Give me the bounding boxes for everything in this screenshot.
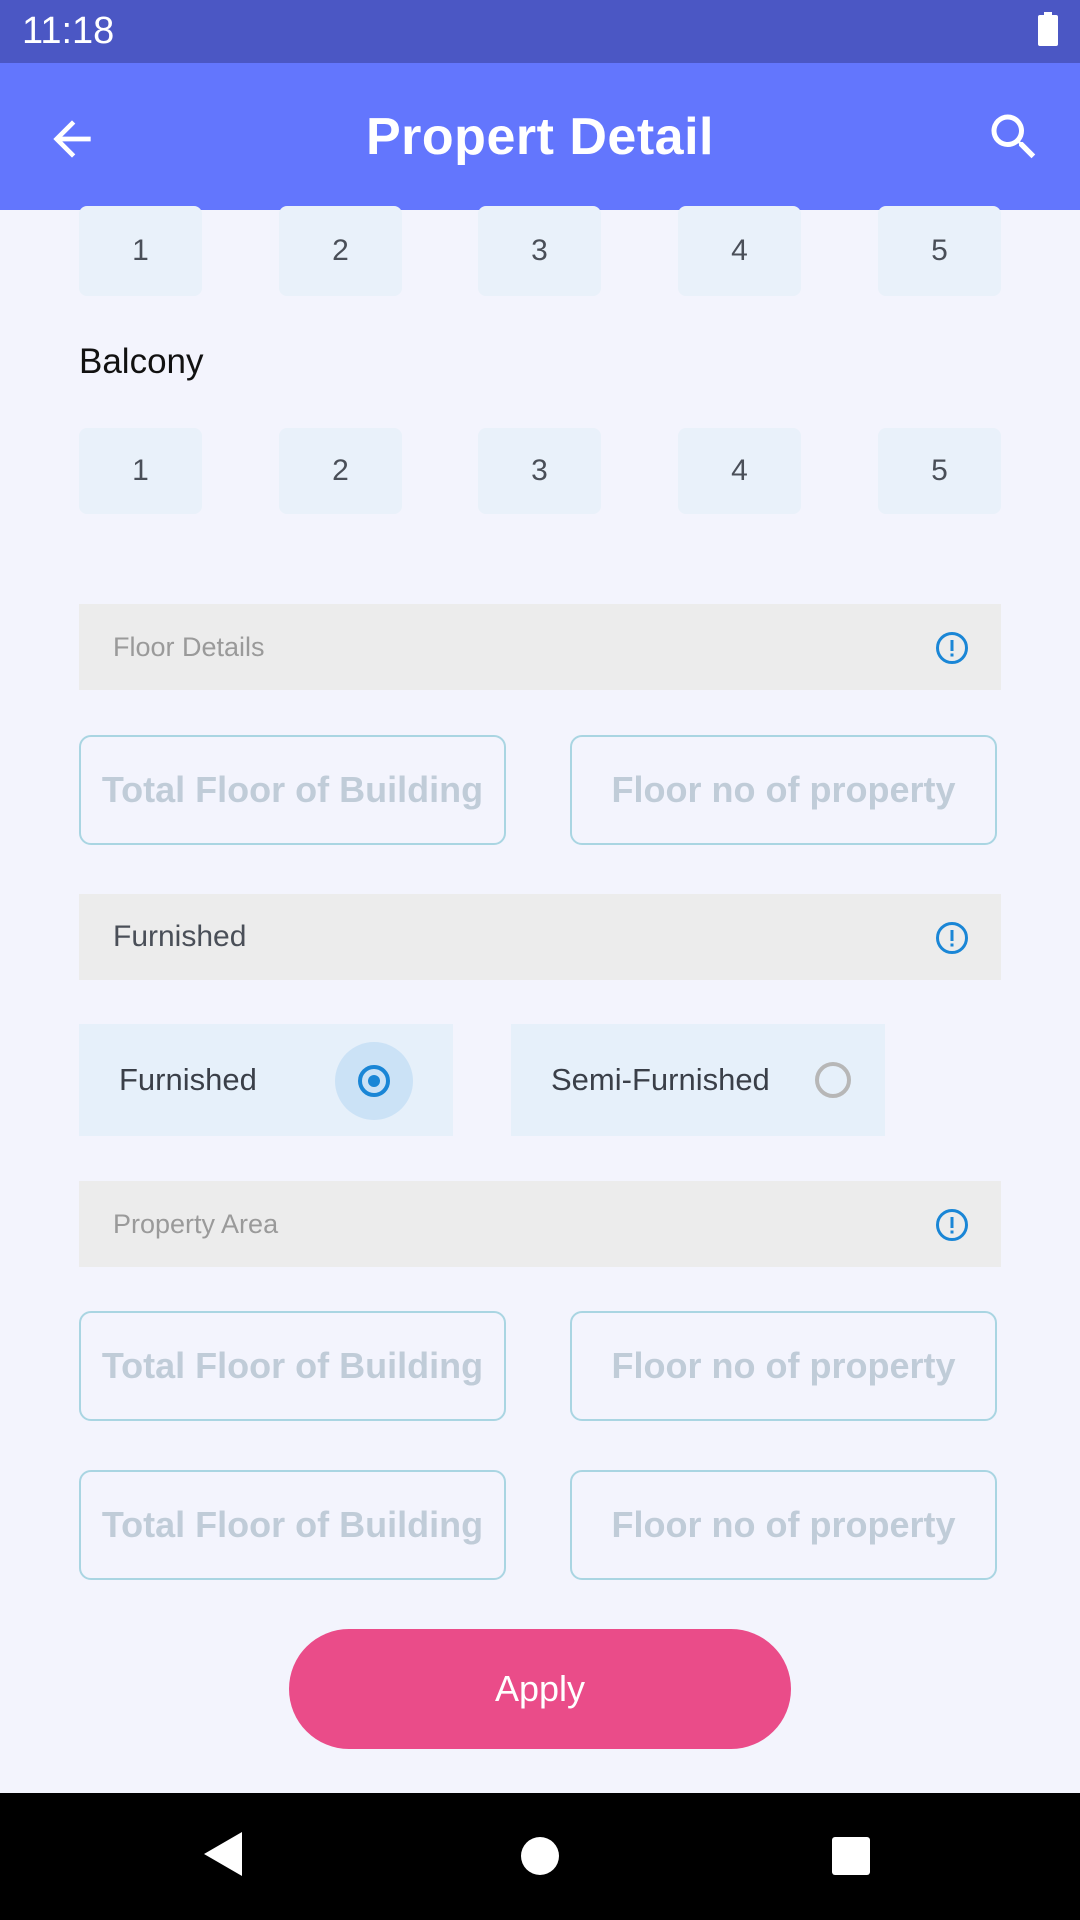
area-floor-no-input[interactable] — [570, 1311, 997, 1421]
furnished-header: Furnished — [79, 894, 1001, 980]
apply-button[interactable]: Apply — [289, 1629, 791, 1749]
status-bar: 11:18 — [0, 0, 1080, 63]
semi-furnished-option[interactable]: Semi-Furnished — [511, 1024, 885, 1136]
property-area-header: Property Area — [79, 1181, 1001, 1267]
search-icon — [991, 114, 1036, 159]
info-icon[interactable] — [935, 631, 969, 665]
area-floor-no-input-2[interactable] — [570, 1470, 997, 1580]
property-area-title: Property Area — [113, 1209, 279, 1239]
bathroom-option-4[interactable]: 4 — [678, 206, 801, 296]
radio-unselected-icon[interactable] — [815, 1062, 851, 1098]
info-icon[interactable] — [935, 1208, 969, 1242]
battery-full-icon — [1038, 12, 1058, 46]
nav-back-icon[interactable] — [200, 1829, 246, 1879]
app-bar: Propert Detail — [0, 63, 1080, 210]
search-button[interactable] — [984, 107, 1044, 167]
area-total-floor-input-2[interactable] — [79, 1470, 506, 1580]
page-title: Propert Detail — [366, 108, 714, 166]
info-icon[interactable] — [935, 921, 969, 955]
furnished-option[interactable]: Furnished — [79, 1024, 453, 1136]
furnished-title: Furnished — [113, 920, 247, 953]
bathroom-option-1[interactable]: 1 — [79, 206, 202, 296]
total-floor-input[interactable] — [79, 735, 506, 845]
furnished-option-label: Furnished — [119, 1062, 257, 1097]
status-time: 11:18 — [22, 10, 115, 52]
floor-no-input[interactable] — [570, 735, 997, 845]
balcony-option-4[interactable]: 4 — [678, 428, 801, 514]
balcony-option-3[interactable]: 3 — [478, 428, 601, 514]
semi-furnished-option-label: Semi-Furnished — [551, 1062, 770, 1097]
bathroom-option-5[interactable]: 5 — [878, 206, 1001, 296]
balcony-option-1[interactable]: 1 — [79, 428, 202, 514]
balcony-option-2[interactable]: 2 — [279, 428, 402, 514]
bathroom-option-3[interactable]: 3 — [478, 206, 601, 296]
floor-details-title: Floor Details — [113, 632, 265, 662]
balcony-label: Balcony — [79, 342, 204, 381]
nav-home-icon[interactable] — [521, 1837, 559, 1875]
bathroom-option-2[interactable]: 2 — [279, 206, 402, 296]
nav-recents-icon[interactable] — [832, 1837, 870, 1875]
balcony-options: 1 2 3 4 5 — [79, 428, 1001, 514]
bathroom-options: 1 2 3 4 5 — [79, 206, 1001, 296]
balcony-option-5[interactable]: 5 — [878, 428, 1001, 514]
system-nav-bar — [0, 1793, 1080, 1920]
floor-details-header: Floor Details — [79, 604, 1001, 690]
radio-selected-icon[interactable] — [358, 1065, 390, 1097]
area-total-floor-input[interactable] — [79, 1311, 506, 1421]
